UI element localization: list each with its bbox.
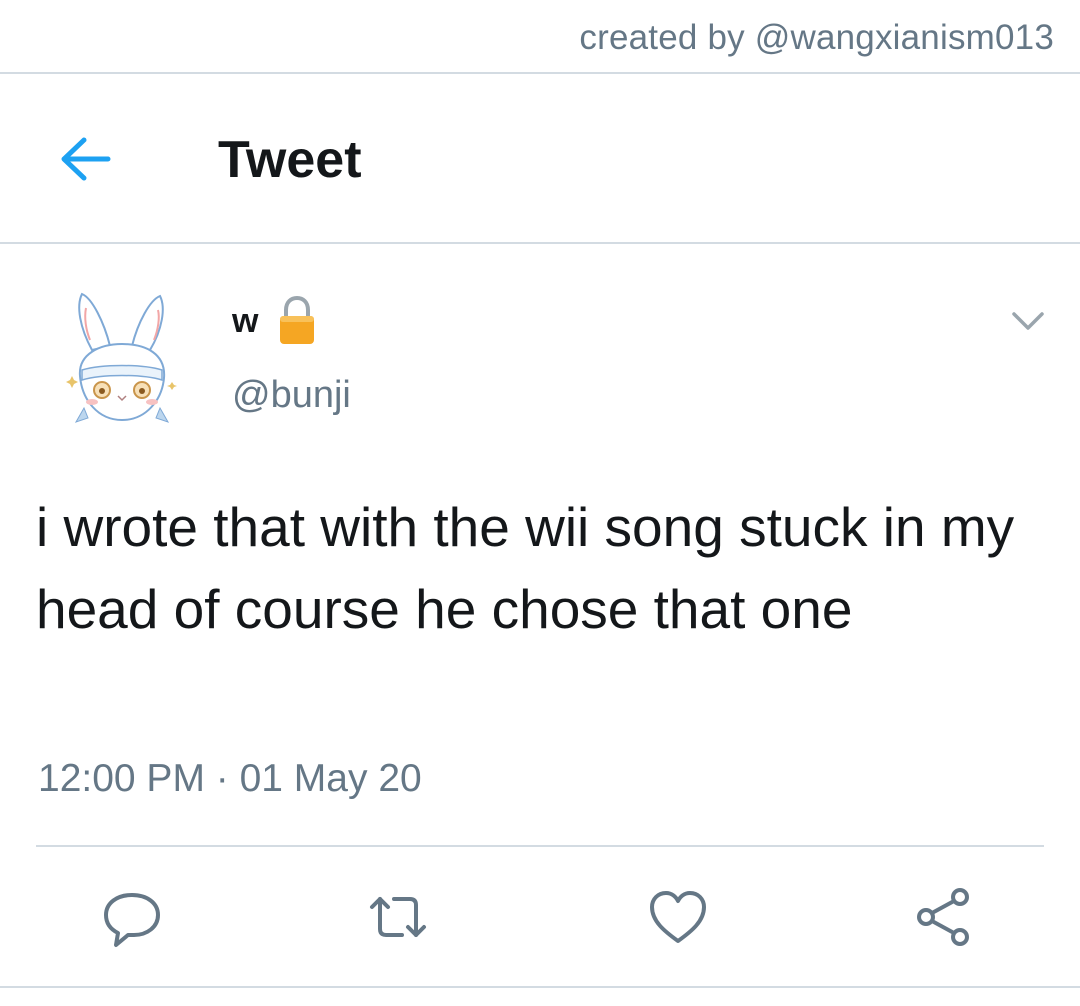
like-button[interactable] bbox=[646, 885, 710, 949]
display-name-row[interactable]: w bbox=[232, 296, 316, 346]
heart-icon bbox=[650, 891, 706, 943]
tweet-text: i wrote that with the wii song stuck in … bbox=[36, 496, 1015, 640]
tweet-options-button[interactable] bbox=[1010, 306, 1046, 336]
tweet-timestamp: 12:00 PM · 01 May 20 bbox=[38, 757, 422, 800]
retweet-icon bbox=[370, 897, 426, 937]
arrow-left-icon bbox=[61, 137, 111, 181]
reply-bubble-icon bbox=[104, 893, 160, 947]
credit-watermark: created by @wangxianism013 bbox=[579, 18, 1054, 57]
display-name: w bbox=[232, 301, 259, 340]
page-title: Tweet bbox=[218, 131, 362, 189]
chevron-down-icon bbox=[1012, 312, 1044, 330]
reply-button[interactable] bbox=[100, 885, 164, 949]
share-icon bbox=[917, 888, 969, 946]
actions-divider bbox=[36, 845, 1044, 847]
avatar[interactable] bbox=[62, 288, 182, 428]
top-divider bbox=[0, 72, 1080, 74]
back-button[interactable] bbox=[58, 136, 112, 182]
header-divider bbox=[0, 242, 1080, 244]
retweet-button[interactable] bbox=[366, 885, 430, 949]
lock-icon bbox=[280, 296, 315, 344]
bottom-divider bbox=[0, 986, 1080, 988]
user-handle[interactable]: @bunji bbox=[232, 374, 351, 417]
share-button[interactable] bbox=[912, 885, 976, 949]
bunny-avatar-icon bbox=[66, 292, 177, 423]
